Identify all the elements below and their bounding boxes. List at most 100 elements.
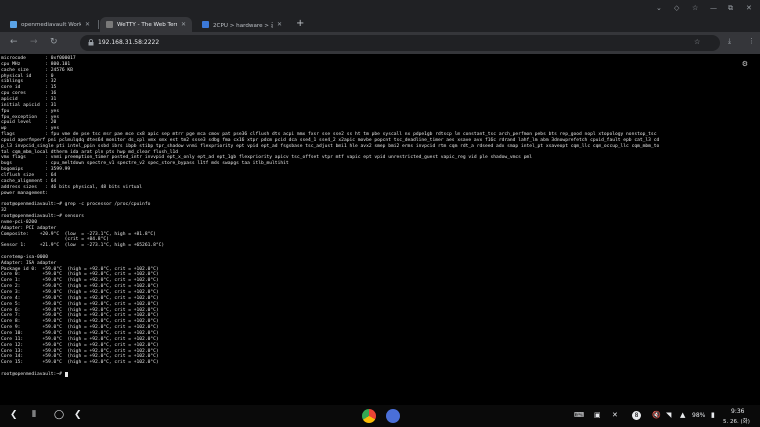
star-icon[interactable]: ☆ [692,4,698,12]
download-icon[interactable]: ⤓ [728,37,731,46]
terminal-line: Core 7: +59.0°C (high = +92.0°C, crit = … [1,313,159,319]
terminal-line: Sensor 1: +21.9°C (low = -273.1°C, high … [1,243,165,249]
tab-title: WeTTY - The Web Terminal E [117,21,177,28]
browser-toolbar: ← → ↻ 192.168.31.58:2222 ☆ ⤓ ⋮ [0,32,760,54]
terminal-line: Core 1: +59.0°C (high = +92.0°C, crit = … [1,278,159,284]
terminal-line: physical id : 0 [1,73,54,79]
minimize-icon[interactable]: — [710,4,717,12]
forward-icon[interactable]: → [30,37,38,48]
terminal-line: fpu : yes [1,108,60,114]
terminal-line: vmx flags : vnmi preemption_timer posted… [1,155,533,161]
wetty-favicon-icon [106,21,113,28]
terminal[interactable]: ⚙ microcode : 0xf000017 cpu MHz : 800.101… [0,54,760,405]
new-tab-button[interactable]: + [296,17,304,31]
taskbar: ❮ ⦀ ◯ ❮ ⌨ ▣ ✕ 8 🔇 ◥ ▲ 98% ▮ 9:36 5. 26. … [0,405,760,427]
tab-separator [98,20,99,29]
terminal-line: Core 15: +59.0°C (high = +92.0°C, crit =… [1,360,159,366]
terminal-line: nvme-pci-0200 [1,219,37,225]
close-icon[interactable]: ✕ [85,21,90,28]
terminal-line: apicid : 31 [1,96,57,102]
terminal-line: core id : 15 [1,85,57,91]
terminal-cursor [64,371,68,377]
terminal-line: coretemp-isa-0000 [1,254,49,260]
close-window-icon[interactable]: ✕ [746,4,752,12]
recents-icon[interactable]: ⦀ [32,410,36,421]
terminal-line: Core 4: +59.0°C (high = +92.0°C, crit = … [1,295,159,301]
tab-strip: openmediavault Workbench ✕ WeTTY - The W… [0,0,760,32]
terminal-line: siblings : 32 [1,79,57,85]
tab-title: openmediavault Workbench [21,21,81,28]
terminal-line: Core 2: +59.0°C (high = +92.0°C, crit = … [1,284,159,290]
terminal-line: root@openmediavault:~# grep -c processor… [1,202,151,208]
signal-icon[interactable]: ▲ [680,411,685,420]
close-icon[interactable]: ✕ [277,21,282,28]
terminal-line: Core 9: +59.0°C (high = +92.0°C, crit = … [1,325,159,331]
tab-title: 2CPU > hardware > 글쓰기 [213,22,273,29]
terminal-line: bogomips : 3599.99 [1,167,71,173]
app-icon[interactable] [386,409,400,423]
terminal-line: Core 6: +59.0°C (high = +92.0°C, crit = … [1,307,159,313]
battery-level: 98% [692,412,706,419]
terminal-line: Adapter: PCI adapter [1,225,57,231]
terminal-line: power management: [1,190,49,196]
clock-date[interactable]: 5. 26. (화) [723,417,750,425]
terminal-line: cpuid aperfmperf pni pclmulqdq dtes64 mo… [1,137,660,143]
terminal-line: Core 14: +59.0°C (high = +92.0°C, crit =… [1,354,159,360]
terminal-line: address sizes : 46 bits physical, 48 bit… [1,184,143,190]
terminal-line: Core 10: +59.0°C (high = +92.0°C, crit =… [1,330,159,336]
notification-badge[interactable]: 8 [632,411,641,420]
tab-search-icon[interactable]: ⌄ [656,4,662,12]
pin-icon[interactable]: ◇ [674,4,679,12]
terminal-line: 32 [1,208,7,214]
terminal-line: bugs : cpu_meltdown spectre_v1 spectre_v… [1,161,289,167]
terminal-line: root@openmediavault:~# [1,371,68,377]
prev-icon[interactable]: ❮ [10,410,18,421]
menu-icon[interactable]: ⋮ [748,37,755,45]
wifi-icon[interactable]: ◥ [666,411,671,420]
terminal-line: Core 3: +59.0°C (high = +92.0°C, crit = … [1,290,159,295]
terminal-line: Composite: +20.9°C (low = -273.1°C, high… [1,231,156,237]
terminal-line: cache_alignment : 64 [1,178,57,184]
chrome-icon[interactable] [362,409,376,423]
terminal-line: cpu MHz : 800.101 [1,61,71,67]
terminal-line: cache size : 24576 KB [1,67,73,73]
terminal-line: p_l3 invpcid_single pti intel_ppin ssbd … [1,143,660,149]
terminal-line: Core 13: +59.0°C (high = +92.0°C, crit =… [1,348,159,354]
settings-gear-icon[interactable]: ⚙ [742,60,748,68]
terminal-line: Core 5: +59.0°C (high = +92.0°C, crit = … [1,301,159,307]
terminal-line: initial apicid : 31 [1,102,57,108]
tab-wetty[interactable]: WeTTY - The Web Terminal E ✕ [100,17,192,32]
address-bar[interactable]: 192.168.31.58:2222 ☆ [80,35,720,51]
reload-icon[interactable]: ↻ [50,37,58,48]
tab-openmediavault[interactable]: openmediavault Workbench ✕ [4,17,96,32]
terminal-line: cpu cores : 16 [1,91,57,97]
back-nav-icon[interactable]: ❮ [74,410,82,421]
terminal-line: Core 12: +59.0°C (high = +92.0°C, crit =… [1,342,159,348]
wrench-icon[interactable]: ✕ [612,411,618,420]
image-icon[interactable]: ▣ [594,411,601,420]
terminal-line: root@openmediavault:~# sensors [1,213,84,219]
keyboard-icon[interactable]: ⌨ [574,411,584,420]
not-secure-icon [88,39,94,46]
url-text: 192.168.31.58:2222 [98,39,160,46]
mute-icon[interactable]: 🔇 [652,411,661,420]
close-icon[interactable]: ✕ [181,21,186,28]
maximize-icon[interactable]: ⧉ [728,4,733,13]
terminal-line: flags : fpu vme de pse tsc msr pae mce c… [1,132,657,138]
terminal-line: clflush size : 64 [1,173,57,178]
terminal-line: Adapter: ISA adapter [1,260,57,266]
clock-time[interactable]: 9:36 [731,408,744,415]
back-icon[interactable]: ← [10,37,18,48]
terminal-line: Core 0: +59.0°C (high = +92.0°C, crit = … [1,272,159,278]
battery-icon: ▮ [711,411,715,419]
tab-2cpu[interactable]: 2CPU > hardware > 글쓰기 ✕ [196,17,288,32]
terminal-line: (crit = +84.8°C) [1,237,109,243]
terminal-line: microcode : 0xf000017 [1,56,76,61]
openmediavault-favicon-icon [10,21,17,28]
2cpu-favicon-icon [202,21,209,28]
terminal-line: fpu_exception : yes [1,114,60,120]
terminal-line: Core 11: +59.0°C (high = +92.0°C, crit =… [1,336,159,342]
bookmark-star-icon[interactable]: ☆ [694,38,700,46]
terminal-line: Core 8: +59.0°C (high = +92.0°C, crit = … [1,319,159,325]
home-icon[interactable]: ◯ [54,410,64,421]
